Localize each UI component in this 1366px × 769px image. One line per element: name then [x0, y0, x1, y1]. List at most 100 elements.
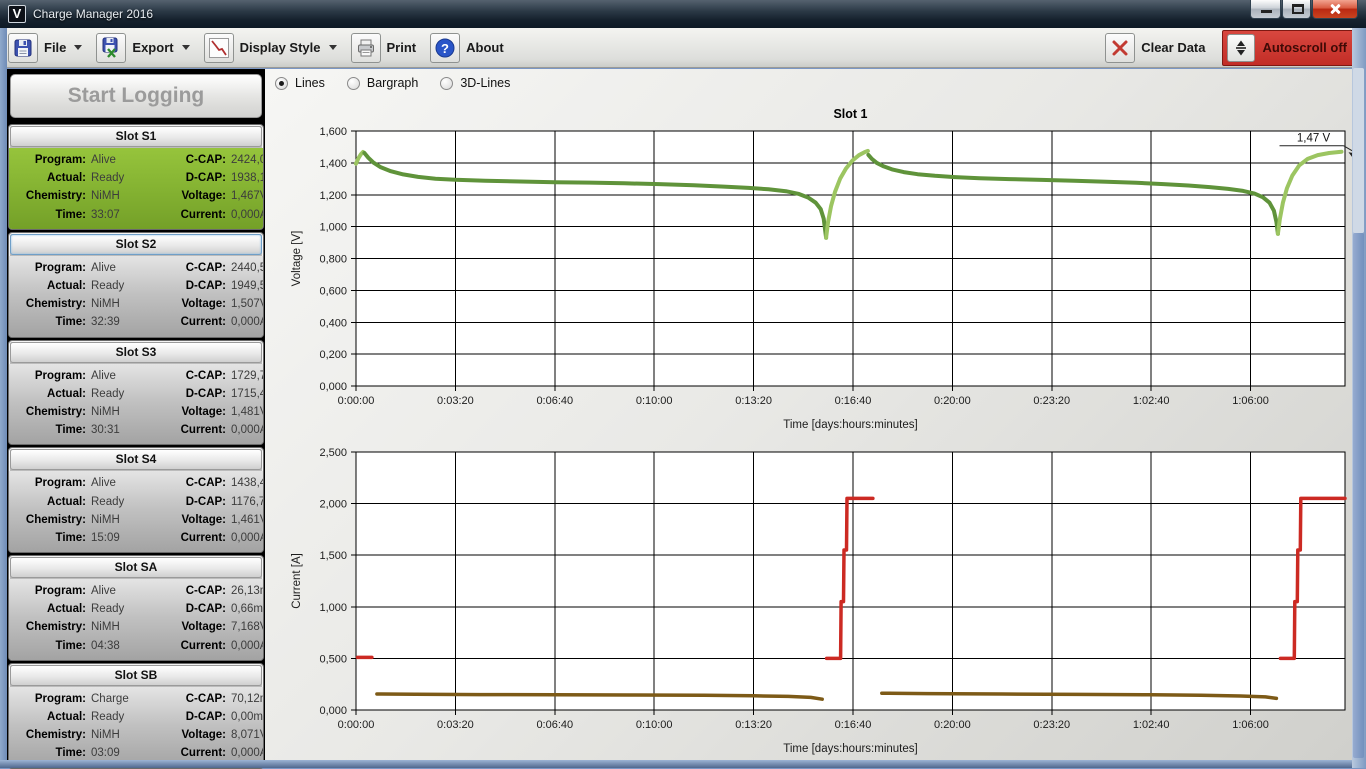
clear-data-label: Clear Data [1141, 40, 1205, 55]
slot-field-label: Current: [167, 316, 231, 328]
dropdown-arrow-icon [329, 45, 337, 50]
slot-field-label: C-CAP: [167, 477, 231, 489]
slot-field-value: Ready [91, 388, 167, 400]
scrollbar-track[interactable] [1353, 68, 1364, 233]
svg-text:Time [days:hours:minutes]: Time [days:hours:minutes] [783, 419, 917, 431]
export-button[interactable]: Export [96, 33, 189, 63]
slot-field-label: Voltage: [167, 190, 231, 202]
display-style-button[interactable]: Display Style [204, 33, 337, 63]
slot-field-value: 2440,55mAh [231, 262, 264, 274]
svg-text:0:06:40: 0:06:40 [536, 719, 573, 731]
export-label: Export [132, 40, 173, 55]
close-button[interactable] [1312, 0, 1358, 19]
slot-field-label: Actual: [11, 388, 91, 400]
print-button[interactable]: Print [351, 33, 417, 63]
slot-field-value: 26,13mAh [231, 585, 264, 597]
slot-field-value: Alive [91, 262, 167, 274]
slot-header[interactable]: Slot SB [10, 665, 262, 686]
slot-field-label: Time: [11, 316, 91, 328]
current-chart: 0,0000,5001,0001,5002,0002,5000:00:000:0… [270, 440, 1355, 765]
slot-header[interactable]: Slot SA [10, 557, 262, 578]
line-chart-icon [204, 33, 234, 63]
svg-text:0,200: 0,200 [319, 349, 347, 361]
about-button[interactable]: ? About [430, 33, 504, 63]
slot-header[interactable]: Slot S1 [10, 126, 262, 147]
view-mode-radio-3d-lines[interactable]: 3D-Lines [440, 76, 510, 90]
dropdown-arrow-icon [74, 45, 82, 50]
slot-field-label: Chemistry: [11, 514, 91, 526]
slot-field-value: 04:38 [91, 640, 167, 652]
svg-text:0:00:00: 0:00:00 [338, 395, 375, 407]
floppy-disk-icon [8, 33, 38, 63]
slot-field-label: Actual: [11, 496, 91, 508]
slot-field-label: Chemistry: [11, 729, 91, 741]
svg-text:Current [A]: Current [A] [291, 553, 303, 609]
slot-field-value: 70,12mAh [231, 693, 264, 705]
slot-field-value: NiMH [91, 621, 167, 633]
view-mode-radio-bargraph[interactable]: Bargraph [347, 76, 418, 90]
slot-field-label: Chemistry: [11, 621, 91, 633]
slot-field-label: D-CAP: [167, 603, 231, 615]
slot-field-label: D-CAP: [167, 280, 231, 292]
svg-text:0,000: 0,000 [319, 381, 347, 393]
svg-text:0:20:00: 0:20:00 [934, 395, 971, 407]
slot-field-value: Ready [91, 280, 167, 292]
file-button[interactable]: File [8, 33, 82, 63]
autoscroll-toggle-button[interactable]: Autoscroll off [1222, 30, 1359, 66]
slot-field-value: 1,467V [231, 190, 264, 202]
slot-field-value: NiMH [91, 729, 167, 741]
svg-text:0:03:20: 0:03:20 [437, 719, 474, 731]
maximize-button[interactable] [1282, 0, 1311, 19]
scrollbar-thumb[interactable] [1353, 233, 1364, 758]
view-mode-radios: Lines Bargraph 3D-Lines [275, 76, 510, 90]
svg-text:0,000: 0,000 [319, 705, 347, 717]
svg-text:1,47 V: 1,47 V [1297, 133, 1331, 145]
svg-text:2,500: 2,500 [319, 447, 347, 459]
minimize-button[interactable] [1250, 0, 1281, 19]
slot-field-label: C-CAP: [167, 693, 231, 705]
slot-field-label: Chemistry: [11, 406, 91, 418]
slot-field-value: Alive [91, 585, 167, 597]
view-mode-radio-lines[interactable]: Lines [275, 76, 325, 90]
slot-field-value: Ready [91, 172, 167, 184]
app-window: V Charge Manager 2016 File Export Displ [0, 0, 1366, 768]
slot-field-label: Time: [11, 640, 91, 652]
slot-field-value: Ready [91, 496, 167, 508]
svg-text:0:23:20: 0:23:20 [1033, 719, 1070, 731]
slot-field-value: 15:09 [91, 532, 167, 544]
svg-text:Slot 1: Slot 1 [833, 107, 867, 121]
window-title: Charge Manager 2016 [33, 7, 153, 21]
start-logging-button[interactable]: Start Logging [10, 74, 262, 118]
slot-field-label: Voltage: [167, 298, 231, 310]
slot-body: Program: Alive C-CAP: 26,13mAhActual: Re… [9, 579, 263, 660]
clear-data-button[interactable]: Clear Data [1105, 33, 1205, 63]
svg-text:0:20:00: 0:20:00 [934, 719, 971, 731]
slot-panel-5: Slot SA Program: Alive C-CAP: 26,13mAhAc… [8, 555, 264, 661]
slot-field-label: Voltage: [167, 729, 231, 741]
slot-header[interactable]: Slot S2 [10, 234, 262, 255]
slot-field-value: 1,507V [231, 298, 264, 310]
slot-header[interactable]: Slot S3 [10, 342, 262, 363]
slot-field-value: NiMH [91, 298, 167, 310]
slot-field-label: D-CAP: [167, 172, 231, 184]
vertical-scrollbar[interactable] [1352, 28, 1366, 768]
radio-icon [347, 77, 360, 90]
svg-text:0:10:00: 0:10:00 [636, 719, 673, 731]
svg-text:?: ? [441, 41, 449, 56]
chart-panel: Lines Bargraph 3D-Lines 0,0000,2000,4000… [265, 69, 1352, 760]
slot-field-label: Time: [11, 532, 91, 544]
slot-field-label: D-CAP: [167, 388, 231, 400]
window-left-border [0, 28, 7, 768]
slot-field-label: C-CAP: [167, 154, 231, 166]
autoscroll-label: Autoscroll off [1263, 40, 1348, 55]
svg-text:1:06:00: 1:06:00 [1232, 719, 1269, 731]
slot-field-label: Voltage: [167, 406, 231, 418]
slot-field-label: C-CAP: [167, 585, 231, 597]
svg-text:0:03:20: 0:03:20 [437, 395, 474, 407]
slot-field-label: C-CAP: [167, 370, 231, 382]
slot-panel-3: Slot S3 Program: Alive C-CAP: 1729,76mAh… [8, 340, 264, 446]
svg-text:1,600: 1,600 [319, 126, 347, 138]
slot-header[interactable]: Slot S4 [10, 449, 262, 470]
radio-icon [275, 77, 288, 90]
slot-field-label: Actual: [11, 711, 91, 723]
